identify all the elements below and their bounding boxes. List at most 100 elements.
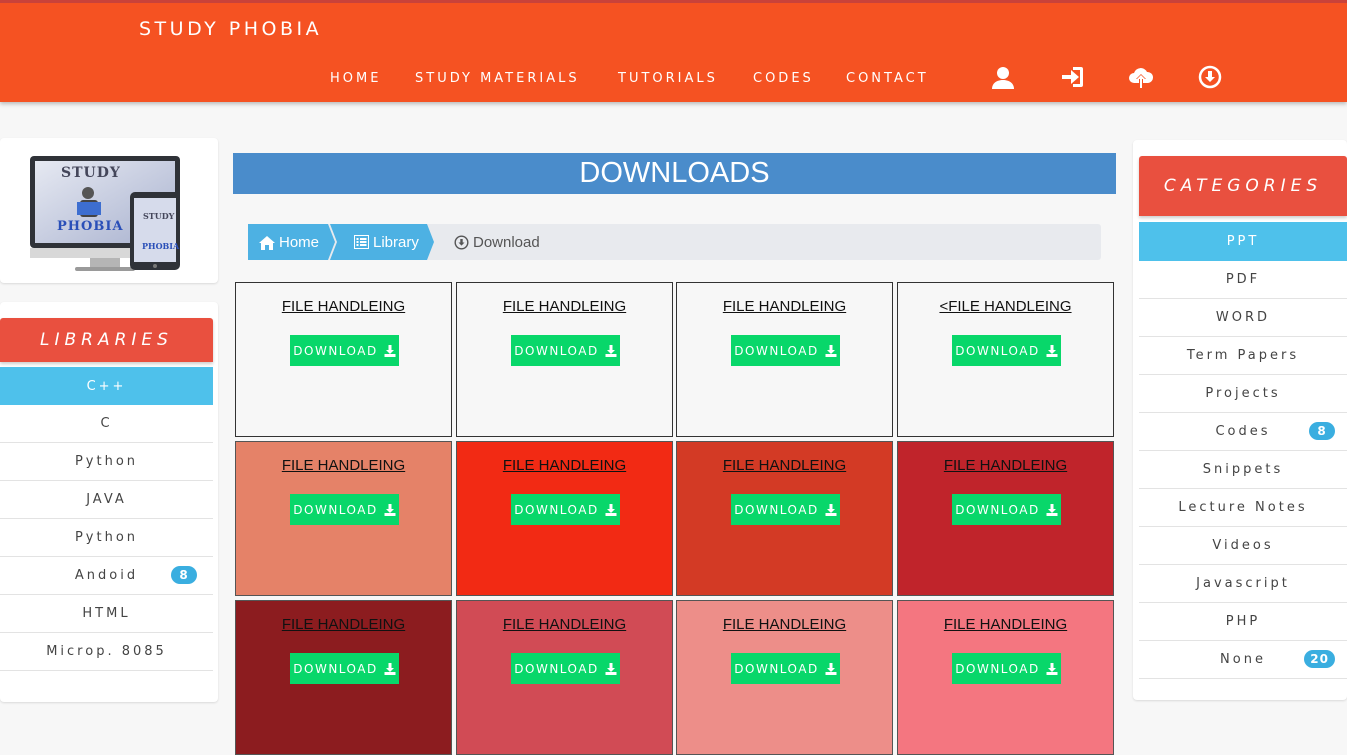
library-item-label: Python <box>74 454 139 469</box>
download-button[interactable]: DOWNLOAD <box>731 335 840 366</box>
user-icon[interactable] <box>990 64 1016 90</box>
download-icon <box>384 662 396 675</box>
download-icon <box>384 344 396 357</box>
category-item-label: PDF <box>1225 272 1261 287</box>
download-tile: FILE HANDLEING DOWNLOAD <box>235 441 452 596</box>
breadcrumb-library-label: Library <box>373 233 419 251</box>
library-item[interactable]: Python <box>0 519 213 557</box>
breadcrumb-library[interactable]: Library <box>330 224 434 260</box>
download-button[interactable]: DOWNLOAD <box>511 653 620 684</box>
category-item[interactable]: Projects <box>1139 375 1347 413</box>
logo-card: STUDY PHOBIA STUDY PHOBIA <box>0 138 218 283</box>
file-title-link[interactable]: FILE HANDLEING <box>898 616 1113 633</box>
download-button-label: DOWNLOAD <box>955 502 1040 517</box>
download-tile: FILE HANDLEING DOWNLOAD <box>456 441 673 596</box>
download-button-label: DOWNLOAD <box>293 661 378 676</box>
nav-study-materials[interactable]: STUDY MATERIALS <box>415 71 580 86</box>
nav-home[interactable]: HOME <box>330 71 381 86</box>
top-navbar: STUDY PHOBIA HOME STUDY MATERIALS TUTORI… <box>0 0 1347 102</box>
download-button[interactable]: DOWNLOAD <box>952 335 1061 366</box>
category-item-label: None <box>1220 652 1266 667</box>
category-item-label: Lecture Notes <box>1178 500 1308 515</box>
file-title-link[interactable]: FILE HANDLEING <box>236 457 451 474</box>
nav-codes[interactable]: CODES <box>753 71 814 86</box>
category-item-label: PPT <box>1226 234 1260 249</box>
category-item[interactable]: Javascript <box>1139 565 1347 603</box>
download-icon <box>605 662 617 675</box>
category-item[interactable]: PPT <box>1139 222 1347 261</box>
category-item[interactable]: PHP <box>1139 603 1347 641</box>
nav-contact[interactable]: CONTACT <box>846 71 929 86</box>
download-icon <box>384 503 396 516</box>
download-button-label: DOWNLOAD <box>514 502 599 517</box>
category-item[interactable]: None 20 <box>1139 641 1347 679</box>
file-title-link[interactable]: FILE HANDLEING <box>236 298 451 315</box>
breadcrumb: Home Library Download <box>248 224 1101 260</box>
category-item[interactable]: Term Papers <box>1139 337 1347 375</box>
page-title: DOWNLOADS <box>233 153 1116 194</box>
category-item[interactable]: PDF <box>1139 261 1347 299</box>
download-button[interactable]: DOWNLOAD <box>290 494 399 525</box>
cloud-upload-icon[interactable] <box>1128 64 1154 90</box>
count-badge: 8 <box>171 566 197 584</box>
library-item[interactable]: HTML <box>0 595 213 633</box>
category-item-label: Projects <box>1205 386 1281 401</box>
download-button[interactable]: DOWNLOAD <box>952 653 1061 684</box>
download-tile: FILE HANDLEING DOWNLOAD <box>235 600 452 755</box>
library-item[interactable]: Andoid 8 <box>0 557 213 595</box>
category-item[interactable]: Lecture Notes <box>1139 489 1347 527</box>
nav-tutorials[interactable]: TUTORIALS <box>618 71 718 86</box>
download-button[interactable]: DOWNLOAD <box>511 494 620 525</box>
count-badge: 20 <box>1304 650 1335 668</box>
site-brand[interactable]: STUDY PHOBIA <box>139 18 322 40</box>
sign-in-icon[interactable] <box>1060 64 1086 90</box>
file-title-link[interactable]: FILE HANDLEING <box>457 457 672 474</box>
category-item[interactable]: Snippets <box>1139 451 1347 489</box>
download-button[interactable]: DOWNLOAD <box>952 494 1061 525</box>
download-tile: FILE HANDLEING DOWNLOAD <box>897 600 1114 755</box>
download-icon <box>605 503 617 516</box>
download-button-label: DOWNLOAD <box>514 661 599 676</box>
library-item-label: Andoid <box>74 568 139 583</box>
file-title-link[interactable]: FILE HANDLEING <box>898 457 1113 474</box>
category-item-label: Term Papers <box>1186 348 1300 363</box>
library-item[interactable]: Python <box>0 443 213 481</box>
file-title-link[interactable]: FILE HANDLEING <box>677 616 892 633</box>
library-item-label: Microp. 8085 <box>46 644 167 659</box>
download-button[interactable]: DOWNLOAD <box>511 335 620 366</box>
file-title-link[interactable]: FILE HANDLEING <box>457 616 672 633</box>
library-item[interactable]: JAVA <box>0 481 213 519</box>
logo-text-phobia: PHOBIA <box>57 219 124 234</box>
category-item-label: Javascript <box>1196 576 1290 591</box>
download-button[interactable]: DOWNLOAD <box>290 653 399 684</box>
libraries-title: LIBRARIES <box>0 318 213 362</box>
file-title-link[interactable]: FILE HANDLEING <box>677 298 892 315</box>
download-button[interactable]: DOWNLOAD <box>290 335 399 366</box>
breadcrumb-home[interactable]: Home <box>248 224 335 260</box>
download-icon <box>605 344 617 357</box>
download-tile: <FILE HANDLEING DOWNLOAD <box>897 282 1114 437</box>
download-button[interactable]: DOWNLOAD <box>731 653 840 684</box>
download-tile: FILE HANDLEING DOWNLOAD <box>456 600 673 755</box>
file-title-link[interactable]: FILE HANDLEING <box>236 616 451 633</box>
library-item[interactable]: C <box>0 405 213 443</box>
breadcrumb-home-label: Home <box>279 233 320 251</box>
category-item[interactable]: Videos <box>1139 527 1347 565</box>
logo-text-study: STUDY <box>61 165 121 181</box>
file-title-link[interactable]: <FILE HANDLEING <box>898 298 1113 315</box>
category-item[interactable]: WORD <box>1139 299 1347 337</box>
download-button[interactable]: DOWNLOAD <box>731 494 840 525</box>
download-button-label: DOWNLOAD <box>955 661 1040 676</box>
file-title-link[interactable]: FILE HANDLEING <box>457 298 672 315</box>
library-item[interactable]: C++ <box>0 367 213 405</box>
library-item[interactable]: Microp. 8085 <box>0 633 213 671</box>
count-badge: 8 <box>1309 422 1335 440</box>
file-title-link[interactable]: FILE HANDLEING <box>677 457 892 474</box>
home-icon <box>259 235 275 250</box>
category-item-label: PHP <box>1225 614 1261 629</box>
download-tile: FILE HANDLEING DOWNLOAD <box>897 441 1114 596</box>
categories-title: CATEGORIES <box>1139 156 1347 216</box>
category-item[interactable]: Codes 8 <box>1139 413 1347 451</box>
list-alt-icon <box>354 235 369 249</box>
circle-download-icon[interactable] <box>1197 64 1223 90</box>
